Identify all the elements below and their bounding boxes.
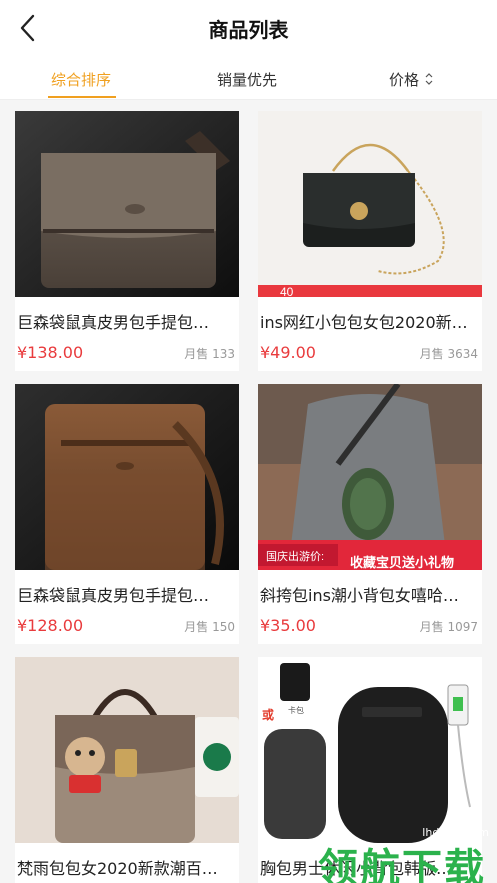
tab-price[interactable]: 价格 [389, 64, 434, 94]
watermark-logo: 领航下载 lhdown.com [318, 822, 493, 883]
active-tab-indicator [48, 96, 116, 98]
sales-count: 1097 [447, 620, 478, 634]
product-image-sling-bag-model: 国庆出游价: 收藏宝贝送小礼物 [258, 384, 482, 570]
product-sales: 月售 1097 [420, 618, 478, 635]
product-image-black-chain-bag: 40 [258, 111, 482, 297]
product-name: 梵雨包包女2020新款潮百… [17, 859, 218, 878]
product-sales: 月售 133 [184, 345, 235, 362]
tab-price-label: 价格 [389, 70, 420, 89]
sales-count: 3634 [447, 347, 478, 361]
or-label: 或 [262, 707, 274, 722]
product-card[interactable]: 梵雨包包女2020新款潮百… [15, 657, 239, 883]
sales-label: 月售 [419, 347, 444, 361]
top-bar: 商品列表 [0, 0, 497, 56]
product-price: ¥128.00 [17, 616, 84, 635]
product-sales: 月售 150 [184, 618, 235, 635]
product-card[interactable]: 国庆出游价: 收藏宝贝送小礼物 斜挎包ins潮小背包女嘻哈… ¥35.00 月售… [258, 384, 482, 644]
product-card[interactable]: 巨森袋鼠真皮男包手提包… ¥138.00 月售 133 [15, 111, 239, 371]
tab-sales-first[interactable]: 销量优先 [217, 64, 277, 94]
product-price: ¥49.00 [260, 343, 316, 362]
product-price: ¥35.00 [260, 616, 316, 635]
product-price: ¥138.00 [17, 343, 84, 362]
product-name: 巨森袋鼠真皮男包手提包… [17, 586, 210, 605]
image-price-text: 40 [280, 285, 294, 297]
product-name: 巨森袋鼠真皮男包手提包… [17, 313, 210, 332]
banner-promo-text: 收藏宝贝送小礼物 [350, 555, 454, 570]
sales-count: 133 [212, 347, 235, 361]
sales-count: 150 [212, 620, 235, 634]
product-name: 斜挎包ins潮小背包女嘻哈… [260, 586, 459, 605]
product-image-printed-handbag [15, 657, 239, 843]
page-title: 商品列表 [208, 18, 289, 42]
product-image-brown-shoulder-bag [15, 384, 239, 570]
sales-label: 月售 [184, 347, 209, 361]
product-image-black-backpack: 或 卡包 [258, 657, 482, 843]
product-card[interactable]: 巨森袋鼠真皮男包手提包… ¥128.00 月售 150 [15, 384, 239, 644]
tab-default-sort[interactable]: 综合排序 [51, 64, 111, 94]
sort-tabs: 综合排序 销量优先 价格 [0, 56, 497, 100]
product-sales: 月售 3634 [420, 345, 478, 362]
sales-label: 月售 [419, 620, 444, 634]
product-image-brown-messenger [15, 111, 239, 297]
watermark-text: 领航下载 [318, 846, 486, 883]
sales-label: 月售 [184, 620, 209, 634]
product-card[interactable]: 40 ins网红小包包女包2020新… ¥49.00 月售 3634 [258, 111, 482, 371]
banner-promo-label: 国庆出游价: [266, 549, 324, 563]
sort-arrows-icon [425, 73, 433, 85]
card-holder-label: 卡包 [288, 705, 304, 715]
watermark-url: lhdown.com [422, 826, 489, 839]
product-name: ins网红小包包女包2020新… [260, 313, 468, 332]
